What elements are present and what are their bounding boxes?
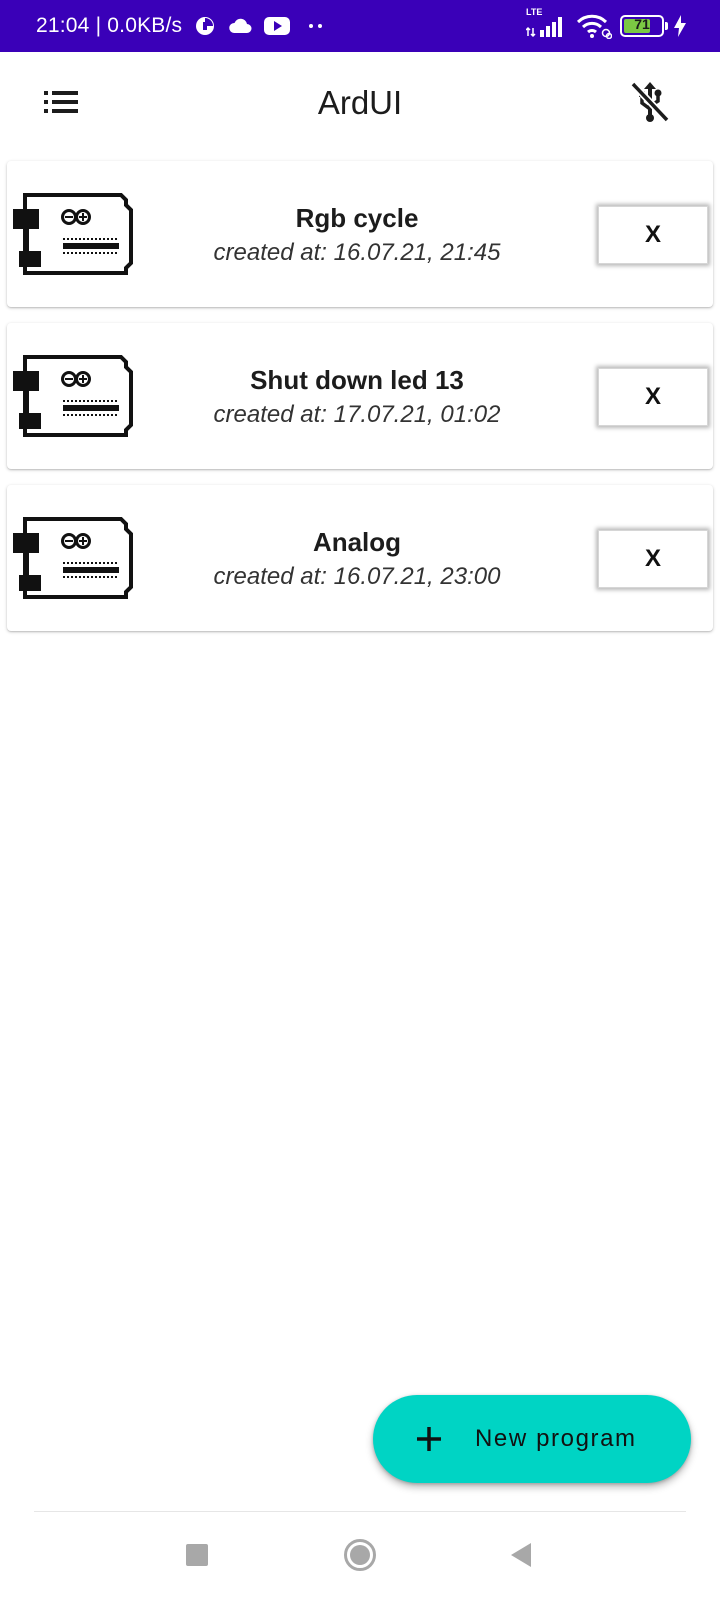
app-bar: ArdUI xyxy=(0,52,720,156)
wifi-icon xyxy=(576,13,612,39)
battery-icon: 71 xyxy=(620,15,668,37)
arduino-board-icon xyxy=(13,515,137,601)
program-card[interactable]: Analog created at: 16.07.21, 23:00 X xyxy=(7,485,713,631)
cloud-icon xyxy=(228,17,252,35)
program-created-date: created at: 16.07.21, 23:00 xyxy=(213,563,501,590)
new-program-label: New program xyxy=(475,1425,637,1452)
program-card[interactable]: Shut down led 13 created at: 17.07.21, 0… xyxy=(7,323,713,469)
home-circle-icon xyxy=(343,1538,377,1577)
plus-icon xyxy=(413,1423,445,1455)
status-time-speed: 21:04 | 0.0KB/s xyxy=(36,14,183,37)
network-label: LTE xyxy=(526,7,543,17)
youtube-icon xyxy=(264,16,291,36)
usb-connection-button[interactable] xyxy=(626,80,674,128)
more-dots-icon xyxy=(308,23,324,29)
program-name: Shut down led 13 xyxy=(250,365,464,395)
delete-program-button[interactable]: X xyxy=(598,206,708,264)
arduino-board-icon xyxy=(13,191,137,277)
program-list: Rgb cycle created at: 16.07.21, 21:45 X … xyxy=(7,161,713,647)
delete-program-button[interactable]: X xyxy=(598,368,708,426)
program-name: Analog xyxy=(312,527,402,557)
status-bar: 21:04 | 0.0KB/s LTE 71 xyxy=(0,0,720,52)
arduino-board-icon xyxy=(13,353,137,439)
program-created-date: created at: 17.07.21, 01:02 xyxy=(213,401,501,428)
signal-icon: LTE xyxy=(526,7,568,38)
program-name: Rgb cycle xyxy=(295,203,419,233)
recents-button[interactable] xyxy=(172,1532,222,1582)
recents-square-icon xyxy=(185,1543,209,1572)
back-triangle-icon xyxy=(509,1542,533,1573)
program-created-date: created at: 16.07.21, 21:45 xyxy=(213,239,501,266)
delete-program-button[interactable]: X xyxy=(598,530,708,588)
system-nav-bar xyxy=(0,1512,720,1600)
new-program-button[interactable]: New program xyxy=(373,1395,691,1483)
program-card[interactable]: Rgb cycle created at: 16.07.21, 21:45 X xyxy=(7,161,713,307)
charging-icon xyxy=(674,15,686,37)
home-button[interactable] xyxy=(335,1532,385,1582)
battery-level: 71 xyxy=(634,16,650,32)
usb-off-icon xyxy=(630,81,670,128)
back-button[interactable] xyxy=(496,1532,546,1582)
app-title: ArdUI xyxy=(317,84,403,121)
data-saver-icon xyxy=(194,15,216,37)
